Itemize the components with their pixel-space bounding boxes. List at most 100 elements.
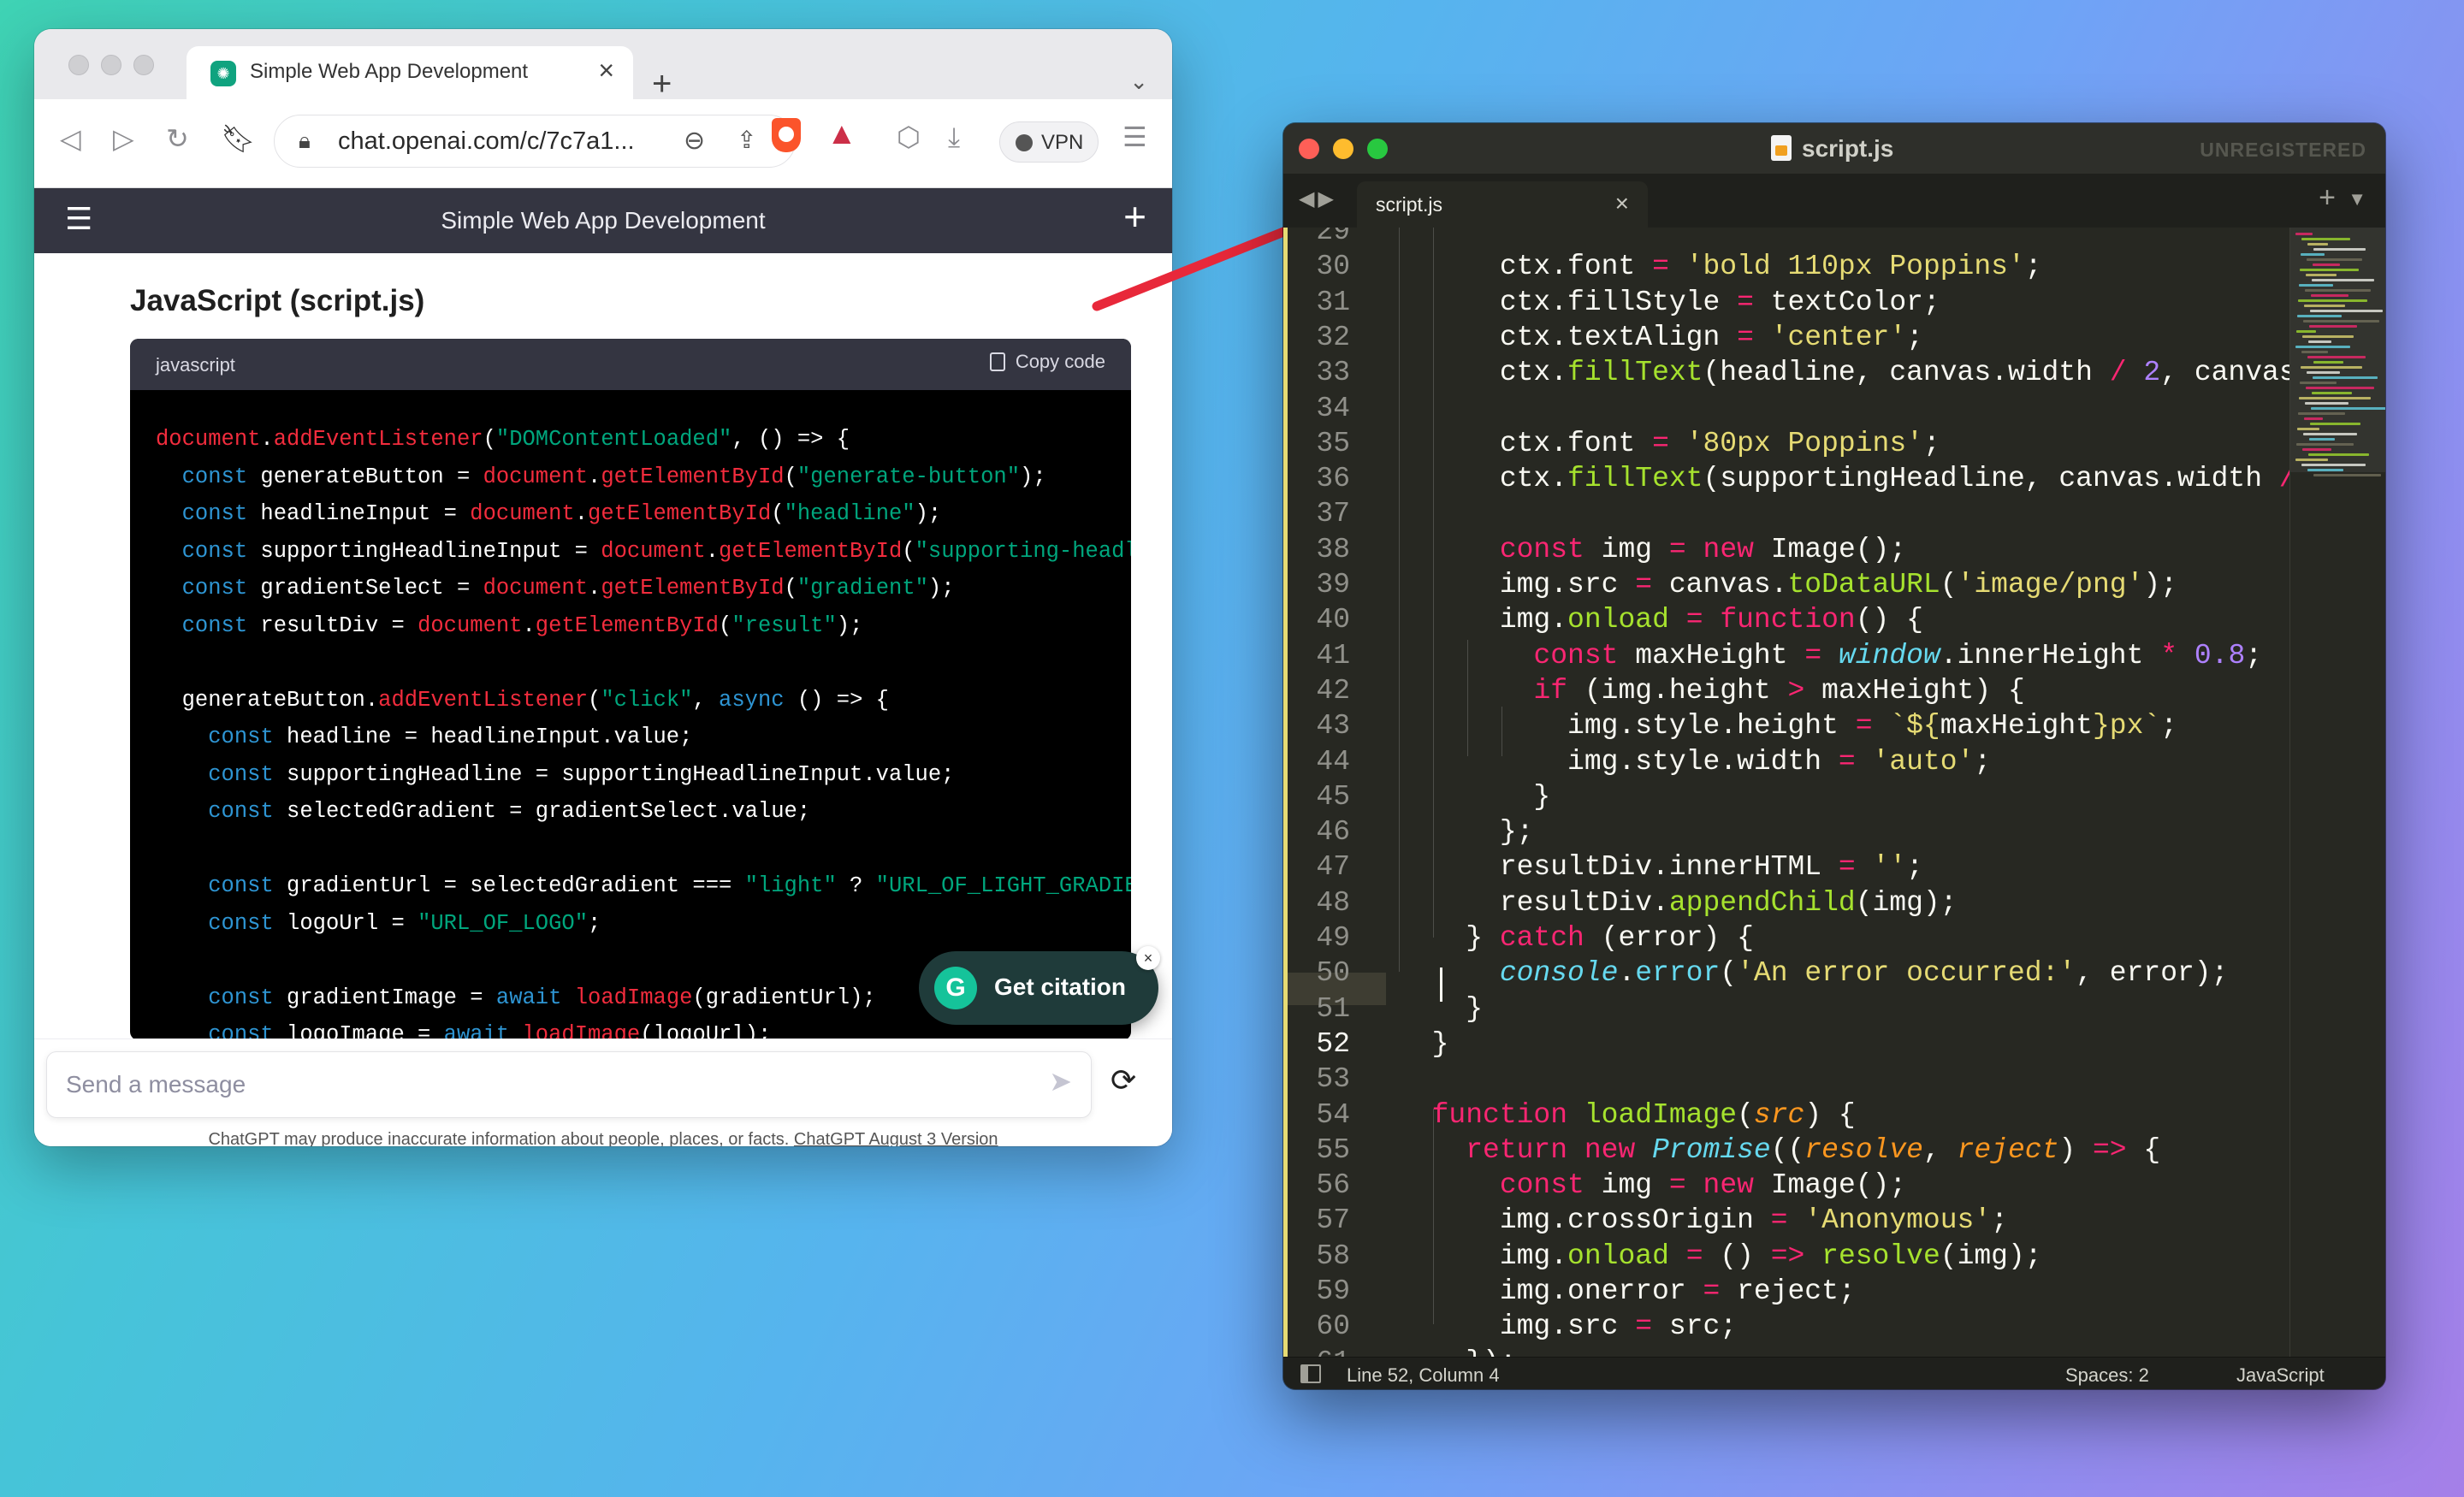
code-token: onload — [1567, 604, 1669, 636]
address-bar[interactable]: 🔒︎ chat.openai.com/c/7c7a1... ⊖ ⇪ — [274, 115, 796, 168]
url-text[interactable]: chat.openai.com/c/7c7a1... — [338, 127, 635, 156]
tab-list-chevron-icon[interactable]: ⌄ — [1129, 68, 1148, 95]
editor-tab-menu-icon[interactable]: ▼ — [2348, 188, 2366, 210]
extensions-icon[interactable]: ⬡ — [897, 123, 921, 151]
editor-new-tab-icon[interactable]: + — [2319, 183, 2336, 212]
line-number: 39 — [1316, 569, 1350, 601]
code-token: const — [208, 725, 274, 749]
code-line: const gradientSelect = document.getEleme… — [156, 570, 1131, 607]
code-token: function — [1720, 604, 1856, 636]
cursor-position[interactable]: Line 52, Column 4 — [1347, 1364, 1500, 1387]
browser-tab[interactable]: ✺ Simple Web App Development × — [187, 46, 633, 99]
regenerate-icon[interactable]: ⟳ — [1111, 1065, 1136, 1096]
code-token: => — [2093, 1133, 2127, 1166]
lock-icon[interactable]: 🔒︎ — [299, 127, 311, 155]
code-token: "gradient" — [797, 576, 928, 601]
minimap[interactable] — [2289, 228, 2385, 1357]
back-icon[interactable]: ◁ — [60, 125, 81, 152]
line-code: return new Promise((resolve, reject) => … — [1398, 1134, 2160, 1167]
code-token: generateButton. — [156, 687, 379, 713]
line-number: 57 — [1316, 1204, 1350, 1237]
line-code: ctx.fillText(supportingHeadline, canvas.… — [1398, 463, 2296, 495]
citation-close-icon[interactable]: × — [1136, 946, 1160, 970]
close-window-button[interactable] — [68, 55, 89, 75]
minimap-line — [2305, 402, 2348, 405]
editor-tab-close-icon[interactable]: × — [1615, 190, 1629, 217]
version-link[interactable]: ChatGPT August 3 Version — [794, 1130, 998, 1146]
minimap-line — [2305, 289, 2371, 292]
code-token: const — [208, 910, 274, 936]
code-editor[interactable]: 29 30 ctx.font = 'bold 110px Poppins'; 31 … — [1283, 228, 2385, 1357]
forward-icon[interactable]: ▷ — [113, 125, 134, 152]
tab-nav-arrows-icon[interactable]: ◀▶ — [1299, 186, 1337, 211]
line-number: 30 — [1316, 251, 1350, 283]
message-composer: ➤ ⟳ ChatGPT may produce inaccurate infor… — [34, 1038, 1172, 1146]
line-code: }; — [1398, 816, 1534, 849]
code-token: document — [601, 538, 706, 564]
code-token: selectedGradient = gradientSelect.value; — [273, 799, 811, 824]
line-code: }); — [1398, 1346, 1516, 1357]
editor-zoom-button[interactable] — [1367, 139, 1388, 159]
code-token: img — [1584, 1169, 1669, 1202]
message-input[interactable] — [66, 1068, 1007, 1102]
code-token: * — [2160, 639, 2178, 672]
code-token: async — [719, 687, 785, 713]
syntax-selector[interactable]: JavaScript — [2236, 1364, 2325, 1387]
menu-icon[interactable]: ☰ — [1122, 123, 1147, 151]
code-token: loadImage — [522, 1022, 641, 1038]
code-token: (( — [1770, 1133, 1805, 1166]
editor-minimize-button[interactable] — [1333, 139, 1353, 159]
code-token: headline = headlineInput.value; — [273, 725, 693, 749]
code-token: = — [1838, 851, 1856, 884]
indentation-setting[interactable]: Spaces: 2 — [2065, 1364, 2149, 1387]
code-token: img.crossOrigin — [1398, 1204, 1771, 1237]
code-token: } — [1398, 922, 1500, 954]
message-box[interactable]: ➤ — [46, 1051, 1092, 1118]
code-token: => — [1770, 1240, 1805, 1272]
editor-close-button[interactable] — [1299, 139, 1319, 159]
code-token: textColor; — [1753, 286, 1940, 318]
new-tab-icon[interactable]: + — [652, 67, 672, 101]
minimap-line — [2310, 423, 2360, 425]
code-token: ( — [1737, 1098, 1754, 1131]
copy-code-button[interactable]: Copy code — [989, 351, 1105, 373]
code-token: ( — [771, 501, 785, 526]
reload-icon[interactable]: ↻ — [166, 125, 189, 152]
get-citation-button[interactable]: G Get citation — [919, 951, 1158, 1025]
minimap-line — [2301, 464, 2366, 466]
tab-close-icon[interactable]: × — [598, 55, 614, 86]
code-token: "light" — [744, 873, 837, 898]
vpn-button[interactable]: VPN — [999, 121, 1099, 163]
code-block: javascript Copy code document.addEventLi… — [130, 339, 1131, 1038]
minimize-window-button[interactable] — [101, 55, 121, 75]
editor-tab[interactable]: script.js × — [1357, 181, 1648, 228]
code-token: const — [208, 1022, 274, 1038]
line-code: ctx.font = 'bold 110px Poppins'; — [1398, 251, 2042, 283]
share-icon[interactable]: ⇪ — [737, 126, 756, 154]
minimap-line — [2313, 263, 2340, 266]
code-token: . — [588, 464, 601, 489]
sidebar-toggle-icon[interactable] — [1300, 1364, 1321, 1383]
brave-rewards-icon[interactable]: ▲ — [826, 118, 857, 149]
chatgpt-favicon-icon: ✺ — [210, 61, 236, 86]
send-icon[interactable]: ➤ — [1049, 1068, 1072, 1095]
zoom-icon[interactable]: ⊖ — [684, 126, 705, 156]
bookmark-icon[interactable]: 🔖︎ — [221, 125, 256, 152]
zoom-window-button[interactable] — [133, 55, 154, 75]
disclaimer-text: ChatGPT may produce inaccurate informati… — [208, 1130, 794, 1146]
code-token: resultDiv.innerHTML — [1398, 851, 1839, 884]
editor-line: 53 — [1283, 1063, 2284, 1096]
code-token: getElementById — [601, 464, 785, 489]
browser-tab-bar: ✺ Simple Web App Development × + ⌄ — [34, 29, 1172, 101]
download-icon[interactable]: ⤓ — [948, 123, 960, 151]
code-token: = — [1668, 1169, 1686, 1202]
brave-shields-icon[interactable] — [772, 118, 801, 152]
